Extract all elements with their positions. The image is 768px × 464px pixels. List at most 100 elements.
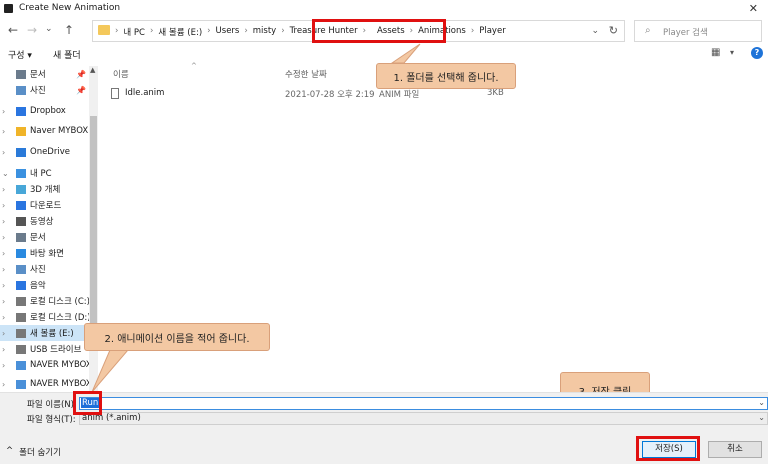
sidebar-item[interactable]: › 다운로드 xyxy=(0,197,98,213)
chevron-icon[interactable]: › xyxy=(2,107,10,116)
crumb-sep-icon: › xyxy=(150,26,154,36)
dropbox-icon xyxy=(16,106,26,116)
sidebar-item[interactable]: › 음악 xyxy=(0,277,98,293)
breadcrumb-item[interactable]: 새 볼륨 (E:) xyxy=(158,26,202,38)
sidebar-item[interactable]: › OneDrive xyxy=(0,144,98,160)
callout-enter-name: 2. 애니메이션 이름을 적어 줍니다. xyxy=(84,323,270,351)
sidebar-item[interactable]: › NAVER MYBOX ( xyxy=(0,376,98,392)
chevron-icon[interactable]: › xyxy=(2,249,10,258)
column-header-date[interactable]: 수정한 날짜 xyxy=(285,68,327,80)
onedrive-icon xyxy=(16,147,26,157)
sidebar-item[interactable]: 문서 📌 xyxy=(0,66,98,82)
breadcrumb-highlight-box xyxy=(312,19,446,43)
sidebar-item[interactable]: › Naver MYBOX xyxy=(0,123,98,139)
help-icon[interactable]: ? xyxy=(751,47,763,59)
chevron-down-icon[interactable]: ⌄ xyxy=(591,26,599,36)
scroll-up-icon[interactable]: ▲ xyxy=(90,66,95,74)
chevron-icon[interactable]: › xyxy=(2,127,10,136)
breadcrumb-item[interactable]: Player xyxy=(479,26,505,38)
sidebar-item[interactable]: › 동영상 xyxy=(0,213,98,229)
sidebar-item-label: 로컬 디스크 (C:) xyxy=(30,297,90,307)
crumb-sep-icon: › xyxy=(115,26,119,36)
chevron-icon[interactable]: › xyxy=(2,380,10,389)
cancel-button[interactable]: 취소 xyxy=(708,441,762,458)
view-options-icon[interactable]: ▦ xyxy=(711,47,720,58)
filetype-label: 파일 형식(T): xyxy=(27,415,76,425)
desktop-icon xyxy=(16,248,26,258)
sidebar-item-label: 로컬 디스크 (D:) xyxy=(30,313,91,323)
chevron-icon[interactable]: › xyxy=(2,297,10,306)
search-placeholder: Player 검색 xyxy=(663,28,708,38)
sidebar-item[interactable]: › 문서 xyxy=(0,229,98,245)
crumb-sep-icon: › xyxy=(244,26,248,36)
sort-arrow-icon: ^ xyxy=(191,62,197,70)
breadcrumb-item[interactable]: 내 PC xyxy=(123,26,145,38)
refresh-icon[interactable]: ↻ xyxy=(609,24,618,37)
chevron-icon[interactable]: › xyxy=(2,265,10,274)
recent-locations-icon[interactable]: ⌄ xyxy=(45,24,53,34)
sidebar-item-label: 3D 개체 xyxy=(30,185,61,195)
sidebar-item[interactable]: › Dropbox xyxy=(0,103,98,119)
sidebar-item-label: 사진 xyxy=(30,86,46,96)
sidebar-item[interactable]: › 로컬 디스크 (C:) xyxy=(0,293,98,309)
drive-icon xyxy=(16,328,26,338)
chevron-icon[interactable]: › xyxy=(2,313,10,322)
crumb-sep-icon: › xyxy=(281,26,285,36)
mybox-icon xyxy=(16,126,26,136)
forward-arrow-icon[interactable]: → xyxy=(27,23,37,37)
app-icon xyxy=(4,3,13,13)
crumb-sep-icon: › xyxy=(470,26,475,36)
sidebar-item-label: NAVER MYBOX ( xyxy=(30,379,98,389)
sidebar-item-label: Naver MYBOX xyxy=(30,126,89,136)
window-title: Create New Animation xyxy=(19,3,121,13)
chevron-icon[interactable]: › xyxy=(2,329,10,338)
search-icon: ⌕ xyxy=(645,25,651,36)
chevron-down-icon[interactable]: ▾ xyxy=(730,48,734,57)
breadcrumb-item[interactable]: Users xyxy=(216,26,240,38)
drive-icon xyxy=(16,312,26,322)
chevron-icon[interactable]: › xyxy=(2,217,10,226)
chevron-icon[interactable]: › xyxy=(2,201,10,210)
filetype-select[interactable]: anim (*.anim) ⌄ xyxy=(79,412,768,425)
up-arrow-icon[interactable]: ↑ xyxy=(64,23,74,37)
chevron-icon[interactable]: › xyxy=(2,281,10,290)
sidebar-item[interactable]: › 바탕 화면 xyxy=(0,245,98,261)
back-arrow-icon[interactable]: ← xyxy=(8,23,18,37)
column-header-name[interactable]: 이름 xyxy=(113,68,129,80)
naver-mybox-icon xyxy=(16,379,26,389)
sidebar-item-label: 문서 xyxy=(30,70,46,80)
sidebar-item[interactable]: › 로컬 디스크 (D:) xyxy=(0,309,98,325)
chevron-down-icon[interactable]: ⌄ xyxy=(758,398,765,407)
callout-select-folder: 1. 폴더를 선택해 줍니다. xyxy=(376,63,516,89)
sidebar-item-label: 음악 xyxy=(30,281,46,291)
sidebar-item[interactable]: › NAVER MYBOX xyxy=(0,357,98,373)
filename-highlight-box xyxy=(73,391,102,415)
save-highlight-box xyxy=(636,436,700,461)
music-icon xyxy=(16,280,26,290)
scrollbar-thumb[interactable] xyxy=(90,116,97,346)
filename-input[interactable]: Run ⌄ xyxy=(79,397,768,410)
close-icon[interactable]: ✕ xyxy=(749,2,758,15)
naver-mybox-icon xyxy=(16,360,26,370)
sidebar-item[interactable]: › 사진 xyxy=(0,261,98,277)
usb-drive-icon xyxy=(16,344,26,354)
sidebar-item-label: 다운로드 xyxy=(30,201,62,211)
drive-icon xyxy=(16,296,26,306)
chevron-icon[interactable]: › xyxy=(2,345,10,354)
chevron-icon[interactable]: › xyxy=(2,185,10,194)
chevron-icon[interactable]: › xyxy=(2,148,10,157)
search-input[interactable]: ⌕ Player 검색 xyxy=(634,20,762,42)
breadcrumb-item[interactable]: misty xyxy=(253,26,276,38)
breadcrumb: › 내 PC › 새 볼륨 (E:) › Users › misty › Tre… xyxy=(115,26,506,38)
chevron-icon[interactable]: › xyxy=(2,361,10,370)
sidebar-item[interactable]: ⌄ 내 PC xyxy=(0,165,98,181)
chevron-icon[interactable]: ⌄ xyxy=(2,169,10,178)
chevron-icon[interactable]: › xyxy=(2,233,10,242)
new-folder-button[interactable]: 새 폴더 xyxy=(53,48,81,61)
sidebar-item[interactable]: › 3D 개체 xyxy=(0,181,98,197)
sidebar-item[interactable]: 사진 📌 xyxy=(0,82,98,98)
file-size: 3KB xyxy=(487,88,504,98)
chevron-down-icon[interactable]: ⌄ xyxy=(758,413,765,422)
organize-button[interactable]: 구성 ▾ xyxy=(8,48,32,61)
hide-folders-toggle[interactable]: ^ 폴더 숨기기 xyxy=(6,446,61,458)
